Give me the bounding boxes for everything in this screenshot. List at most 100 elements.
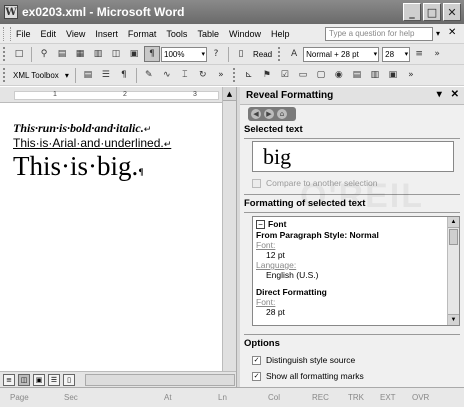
xml-options-icon[interactable]: ☰	[98, 67, 114, 83]
menu-grip[interactable]	[3, 26, 11, 41]
word-app-icon[interactable]: W	[4, 5, 18, 19]
document-close-icon[interactable]: ✕	[448, 27, 456, 38]
toolbar-options-icon[interactable]: »	[213, 67, 229, 83]
menu-table[interactable]: Table	[192, 29, 224, 39]
select-icon[interactable]: ⌶	[177, 67, 193, 83]
styles-pane-icon[interactable]: A	[286, 46, 302, 62]
font-link-direct[interactable]: Font:	[256, 297, 444, 307]
design-mode-icon[interactable]: ⊾	[241, 67, 257, 83]
compare-checkbox[interactable]	[252, 178, 261, 188]
menu-format[interactable]: Format	[123, 29, 162, 39]
status-rec[interactable]: REC	[302, 393, 338, 402]
font-group[interactable]: − Font	[256, 219, 444, 229]
menu-edit[interactable]: Edit	[36, 29, 62, 39]
justify-icon[interactable]: ≡	[411, 46, 427, 62]
scroll-down-icon[interactable]: ▼	[448, 314, 459, 325]
vertical-scrollbar[interactable]: ▲	[222, 87, 236, 371]
help-icon[interactable]: ?	[208, 46, 224, 62]
font-size-combo[interactable]: 28 ▾	[382, 46, 411, 62]
minimize-button[interactable]: _	[403, 3, 421, 21]
button-control-icon[interactable]: ▢	[313, 67, 329, 83]
scroll-up-icon[interactable]: ▲	[448, 217, 459, 228]
view-bar: ≡ ◫ ▣ ☰ ▯	[0, 371, 236, 387]
image-control-icon[interactable]: ▣	[385, 67, 401, 83]
help-search-input[interactable]: Type a question for help	[325, 27, 433, 41]
menu-view[interactable]: View	[61, 29, 90, 39]
reading-view-icon[interactable]: ▯	[63, 373, 75, 386]
formatting-header: Formatting of selected text	[244, 198, 366, 209]
show-marks-checkbox[interactable]: ✓	[252, 371, 261, 381]
zoom-combo[interactable]: 100% ▾	[161, 46, 207, 62]
combo-control-icon[interactable]: ▥	[367, 67, 383, 83]
pane-menu-icon[interactable]: ▾	[437, 89, 442, 100]
back-icon[interactable]: ◀	[251, 109, 261, 119]
scroll-up-icon[interactable]: ▲	[223, 87, 236, 101]
list-control-icon[interactable]: ▤	[349, 67, 365, 83]
maximize-button[interactable]: □	[423, 3, 441, 21]
horizontal-ruler[interactable]: 1 2 3	[0, 87, 238, 103]
style-combo[interactable]: Normal + 28 pt ▾	[303, 46, 380, 62]
drawing-icon[interactable]: ◫	[108, 46, 124, 62]
forward-icon[interactable]: ▶	[264, 109, 274, 119]
xml-toolbox-menu[interactable]: XML Toolbox	[10, 71, 62, 80]
horizontal-scrollbar[interactable]	[85, 373, 235, 386]
formatting-list[interactable]: − Font From Paragraph Style: Normal Font…	[252, 216, 460, 326]
compare-label: Compare to another selection	[266, 178, 378, 188]
menu-file[interactable]: File	[11, 29, 36, 39]
menu-help[interactable]: Help	[266, 29, 295, 39]
xml-tags-icon[interactable]: ¶	[116, 67, 132, 83]
selected-text-sample[interactable]: big	[252, 141, 454, 172]
status-ext[interactable]: EXT	[370, 393, 402, 402]
home-icon[interactable]: ⌂	[277, 109, 287, 119]
new-document-icon[interactable]: □	[11, 46, 27, 62]
close-button[interactable]: ✕	[443, 3, 461, 21]
wave-icon[interactable]: ∿	[159, 67, 175, 83]
web-layout-view-icon[interactable]: ◫	[18, 373, 30, 386]
outline-view-icon[interactable]: ☰	[48, 373, 60, 386]
show-hide-pilcrow-icon[interactable]: ¶	[144, 46, 160, 62]
toolbar-grip[interactable]	[3, 68, 7, 82]
option-control-icon[interactable]: ◉	[331, 67, 347, 83]
compare-option[interactable]: Compare to another selection	[240, 175, 464, 191]
properties-icon[interactable]: ⚑	[259, 67, 275, 83]
document-area[interactable]: This·run·is·bold·and·italic.↵ This·is·Ar…	[0, 103, 222, 371]
distinguish-style-option[interactable]: ✓ Distinguish style source	[240, 352, 464, 368]
doc-line-arial-underlined[interactable]: This·is·Arial·and·underlined.↵	[13, 136, 171, 150]
textbox-control-icon[interactable]: ▭	[295, 67, 311, 83]
scroll-thumb[interactable]	[449, 229, 458, 245]
checkbox-control-icon[interactable]: ☑	[277, 67, 293, 83]
print-layout-view-icon[interactable]: ▣	[33, 373, 45, 386]
xml-toolbox-arrow-icon[interactable]: ▾	[62, 71, 72, 80]
read-icon[interactable]: ▯	[233, 46, 249, 62]
toolbar-grip[interactable]	[232, 68, 237, 82]
pane-close-icon[interactable]: ✕	[451, 89, 459, 100]
help-dropdown-icon[interactable]: ▾	[433, 27, 443, 41]
menu-insert[interactable]: Insert	[90, 29, 123, 39]
spelling-icon[interactable]: ▤	[54, 46, 70, 62]
show-marks-option[interactable]: ✓ Show all formatting marks	[240, 368, 464, 384]
read-button[interactable]: Read	[250, 50, 275, 59]
refresh-icon[interactable]: ↻	[195, 67, 211, 83]
language-link[interactable]: Language:	[256, 260, 444, 270]
menu-window[interactable]: Window	[224, 29, 266, 39]
toolbar-grip[interactable]	[278, 47, 282, 61]
columns-icon[interactable]: ▥	[90, 46, 106, 62]
distinguish-style-checkbox[interactable]: ✓	[252, 355, 261, 365]
toolbar-options-icon[interactable]: »	[429, 46, 445, 62]
toolbar-options-icon[interactable]: »	[403, 67, 419, 83]
research-icon[interactable]: ⚲	[36, 46, 52, 62]
edit-icon[interactable]: ✎	[141, 67, 157, 83]
formatting-scrollbar[interactable]: ▲ ▼	[447, 217, 459, 325]
status-ovr[interactable]: OVR	[402, 393, 438, 402]
toolbar-grip[interactable]	[3, 47, 7, 61]
table-icon[interactable]: ▦	[72, 46, 88, 62]
document-map-icon[interactable]: ▣	[126, 46, 142, 62]
collapse-icon[interactable]: −	[256, 219, 265, 229]
normal-view-icon[interactable]: ≡	[3, 373, 15, 386]
doc-line-bold-italic[interactable]: This·run·is·bold·and·italic.↵	[13, 121, 151, 136]
status-trk[interactable]: TRK	[338, 393, 370, 402]
font-link[interactable]: Font:	[256, 240, 444, 250]
xml-structure-icon[interactable]: ▤	[80, 67, 96, 83]
doc-line-big[interactable]: This·is·big.¶	[13, 151, 144, 182]
menu-tools[interactable]: Tools	[161, 29, 192, 39]
